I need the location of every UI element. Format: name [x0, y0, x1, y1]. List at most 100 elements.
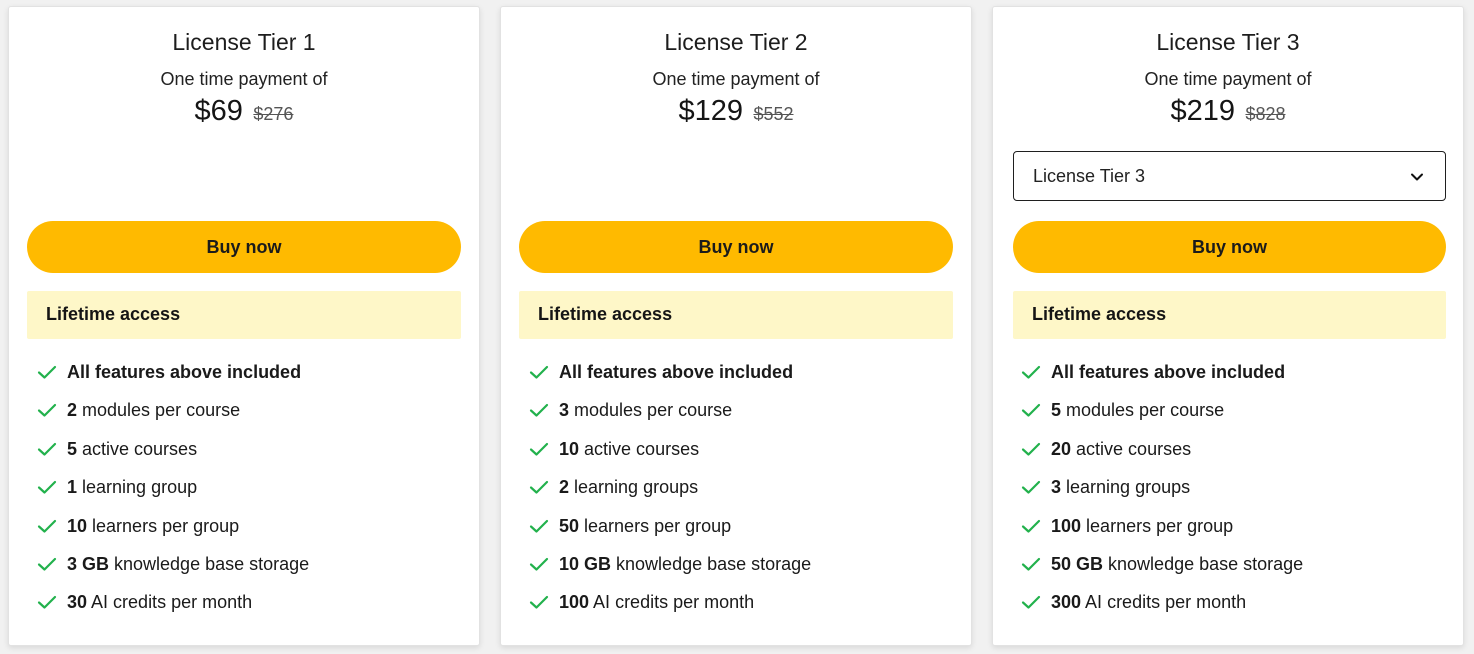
chevron-down-icon — [1411, 173, 1423, 181]
access-banner: Lifetime access — [519, 291, 953, 339]
check-icon — [37, 481, 57, 494]
feature-highlight: 3 — [559, 400, 570, 421]
feature-text: 20 active courses — [1051, 436, 1191, 462]
pricing-card-tier-1: License Tier 1 One time payment of $69 $… — [8, 6, 480, 646]
feature-text: 5 modules per course — [1051, 397, 1224, 423]
feature-text: 100 learners per group — [1051, 513, 1233, 539]
access-banner: Lifetime access — [1013, 291, 1446, 339]
access-label: Lifetime access — [538, 304, 673, 324]
feature-text: 50 GB knowledge base storage — [1051, 551, 1303, 577]
feature-text: 2 modules per course — [67, 397, 240, 423]
feature-highlight: All features above included — [67, 362, 302, 382]
price-row: $219 $828 — [993, 95, 1463, 128]
feature-highlight: 50 GB — [1051, 553, 1104, 574]
tier-select-dropdown[interactable]: License Tier 3 — [1013, 151, 1446, 201]
old-price: $552 — [753, 104, 794, 124]
feature-text: 10 GB knowledge base storage — [559, 551, 811, 577]
feature-description: knowledge base storage — [1103, 553, 1304, 574]
pricing-card-tier-3: License Tier 3 One time payment of $219 … — [992, 6, 1464, 646]
feature-highlight: 10 GB — [559, 553, 612, 574]
pricing-cards: License Tier 1 One time payment of $69 $… — [0, 0, 1474, 654]
feature-description: active courses — [1071, 438, 1192, 459]
feature-highlight: 5 — [1051, 400, 1062, 421]
feature-highlight: 100 — [559, 592, 590, 613]
access-label: Lifetime access — [1032, 304, 1167, 324]
feature-text: All features above included — [559, 359, 793, 385]
check-icon — [37, 442, 57, 456]
feature-text: 10 active courses — [559, 436, 699, 462]
feature-description: learning group — [77, 477, 198, 498]
feature-description: AI credits per month — [589, 592, 755, 613]
buy-now-button[interactable]: Buy now — [1013, 221, 1446, 273]
check-icon — [37, 365, 57, 379]
check-icon — [1021, 442, 1041, 456]
feature-description: learning groups — [569, 477, 699, 498]
check-icon — [529, 557, 549, 571]
feature-description: active courses — [579, 438, 700, 459]
check-icon — [37, 557, 57, 571]
feature-highlight: 2 — [67, 400, 78, 421]
feature-description: modules per course — [77, 400, 241, 421]
tier-title: License Tier 2 — [664, 29, 808, 55]
feature-highlight: 2 — [559, 477, 570, 498]
check-icon — [529, 519, 549, 533]
payment-label: One time payment of — [160, 69, 328, 89]
feature-text: 300 AI credits per month — [1051, 589, 1246, 615]
check-icon — [529, 404, 549, 417]
feature-description: modules per course — [569, 400, 733, 421]
old-price: $828 — [1245, 104, 1286, 124]
feature-description: learners per group — [87, 515, 240, 536]
feature-highlight: 3 — [1051, 477, 1062, 498]
check-icon — [1021, 404, 1041, 417]
price: $219 — [1170, 95, 1235, 127]
feature-description: modules per course — [1061, 400, 1225, 421]
feature-description: active courses — [77, 438, 198, 459]
feature-text: 3 learning groups — [1051, 474, 1190, 500]
price-row: $129 $552 — [501, 95, 971, 128]
tier-title: License Tier 3 — [1156, 29, 1300, 55]
feature-text: All features above included — [67, 359, 301, 385]
check-icon — [529, 481, 549, 494]
feature-text: All features above included — [1051, 359, 1285, 385]
feature-description: learners per group — [579, 515, 732, 536]
check-icon — [1021, 365, 1041, 379]
check-icon — [529, 596, 549, 609]
feature-text: 30 AI credits per month — [67, 589, 252, 615]
feature-text: 50 learners per group — [559, 513, 731, 539]
feature-highlight: All features above included — [559, 362, 794, 382]
feature-text: 2 learning groups — [559, 474, 698, 500]
feature-description: learners per group — [1081, 515, 1234, 536]
check-icon — [1021, 596, 1041, 609]
check-icon — [529, 442, 549, 456]
feature-highlight: 30 — [67, 592, 88, 613]
pricing-card-tier-2: License Tier 2 One time payment of $129 … — [500, 6, 972, 646]
check-icon — [529, 365, 549, 379]
feature-highlight: All features above included — [1051, 362, 1286, 382]
feature-description: AI credits per month — [87, 592, 253, 613]
check-icon — [37, 596, 57, 609]
buy-now-button[interactable]: Buy now — [27, 221, 461, 273]
feature-highlight: 10 — [559, 438, 580, 459]
feature-highlight: 50 — [559, 515, 580, 536]
feature-highlight: 20 — [1051, 438, 1072, 459]
feature-description: knowledge base storage — [611, 553, 812, 574]
feature-text: 3 GB knowledge base storage — [67, 551, 309, 577]
feature-highlight: 5 — [67, 438, 78, 459]
payment-label: One time payment of — [652, 69, 820, 89]
feature-text: 10 learners per group — [67, 513, 239, 539]
check-icon — [1021, 557, 1041, 571]
feature-description: AI credits per month — [1081, 592, 1247, 613]
feature-description: knowledge base storage — [109, 553, 310, 574]
feature-highlight: 3 GB — [67, 553, 110, 574]
feature-text: 1 learning group — [67, 474, 197, 500]
price: $129 — [678, 95, 743, 127]
feature-highlight: 100 — [1051, 515, 1082, 536]
access-label: Lifetime access — [46, 304, 181, 324]
check-icon — [37, 519, 57, 533]
feature-highlight: 300 — [1051, 592, 1082, 613]
buy-now-button[interactable]: Buy now — [519, 221, 953, 273]
old-price: $276 — [253, 104, 294, 124]
price: $69 — [194, 95, 243, 127]
access-banner: Lifetime access — [27, 291, 461, 339]
feature-text: 5 active courses — [67, 436, 197, 462]
